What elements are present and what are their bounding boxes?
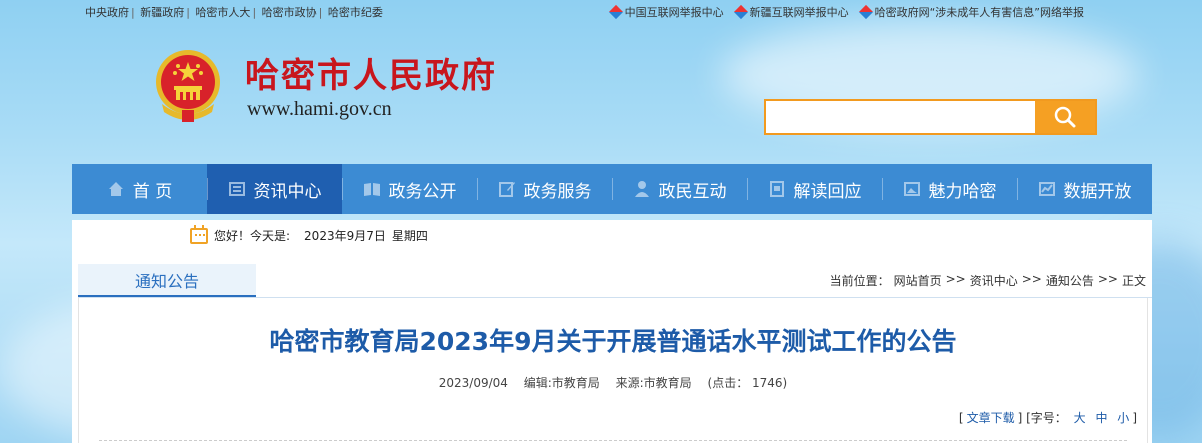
article-title: 哈密市教育局2023年9月关于开展普通话水平测试工作的公告 (269, 327, 957, 356)
nav-item-open-gov[interactable]: 政务公开 (342, 164, 477, 214)
user-icon (634, 181, 649, 197)
top-links: 中央政府 | 新疆政府 | 哈密市人大 | 哈密市政协 | 哈密市纪委 (85, 6, 383, 19)
calendar-icon (190, 224, 208, 244)
search-icon (1054, 106, 1076, 128)
article-editor: 编辑:市教育局 (523, 376, 600, 390)
breadcrumb: 当前位置： 网站首页 >> 资讯中心 >> 通知公告 >> 正文 (829, 272, 1146, 289)
nav-item-interaction[interactable]: 政民互动 (612, 164, 747, 214)
breadcrumb-news[interactable]: 资讯中心 (970, 272, 1018, 289)
search-input[interactable] (766, 101, 1035, 133)
nav-item-home[interactable]: 首 页 (72, 164, 207, 214)
top-link-xinjiang[interactable]: 新疆政府 (140, 6, 184, 19)
breadcrumb-current: 正文 (1121, 274, 1146, 288)
article-tools: [文章下载] [字号： 大 中 小] (958, 411, 1137, 425)
breadcrumb-notices[interactable]: 通知公告 (1046, 272, 1094, 289)
top-link-zhengxie[interactable]: 哈密市政协 (262, 6, 317, 19)
report-icon (608, 4, 623, 20)
article-date: 2023/09/04 (438, 376, 508, 390)
current-date: 2023年9月7日 (304, 229, 386, 243)
nav-item-interpretation[interactable]: 解读回应 (747, 164, 882, 214)
nav-item-news[interactable]: 资讯中心 (207, 164, 342, 214)
download-link[interactable]: 文章下载 (967, 411, 1015, 425)
top-link-central[interactable]: 中央政府 (85, 6, 129, 19)
greeting: 您好！今天是: (214, 229, 291, 243)
top-link-renda[interactable]: 哈密市人大 (195, 6, 250, 19)
font-size-medium[interactable]: 中 (1095, 411, 1107, 425)
article-divider (99, 440, 1127, 441)
top-link-jiwei[interactable]: 哈密市纪委 (328, 6, 383, 19)
book-icon (363, 183, 380, 196)
report-icon (733, 4, 748, 20)
date-bar: 您好！今天是: 2023年9月7日 星期四 (190, 224, 428, 244)
national-emblem-icon (156, 50, 220, 122)
news-icon (228, 182, 245, 196)
nav-item-data[interactable]: 数据开放 (1017, 164, 1152, 214)
report-links: 中国互联网举报中心 新疆互联网举报中心 哈密政府网“涉未成年人有害信息”网络举报 (608, 4, 1084, 20)
site-url: www.hami.gov.cn (247, 98, 392, 120)
search-button[interactable] (1035, 101, 1095, 133)
font-size-small[interactable]: 小 (1117, 411, 1129, 425)
search-box (764, 99, 1097, 135)
section-tab-notices[interactable]: 通知公告 (78, 264, 256, 298)
article: 哈密市教育局2023年9月关于开展普通话水平测试工作的公告 2023/09/04… (78, 298, 1148, 443)
site-title[interactable]: 哈密市人民政府 (245, 48, 497, 97)
report-link-minors[interactable]: 哈密政府网“涉未成年人有害信息”网络举报 (858, 4, 1084, 20)
report-icon (858, 4, 873, 20)
edit-icon (498, 182, 515, 197)
current-weekday: 星期四 (391, 229, 428, 243)
article-hits: (点击： 1746) (707, 376, 788, 390)
home-icon (108, 182, 123, 196)
breadcrumb-home[interactable]: 网站首页 (894, 272, 942, 289)
nav-item-service[interactable]: 政务服务 (477, 164, 612, 214)
article-source: 来源:市教育局 (615, 376, 692, 390)
main-nav: 首 页 资讯中心 政务公开 政务服务 政民互动 解读回应 魅力哈密 数据开放 (72, 164, 1152, 214)
landscape-icon (903, 182, 920, 196)
font-size-large[interactable]: 大 (1074, 411, 1086, 425)
report-link-xinjiang[interactable]: 新疆互联网举报中心 (733, 4, 849, 20)
document-icon (769, 181, 784, 197)
content-panel: 您好！今天是: 2023年9月7日 星期四 通知公告 当前位置： 网站首页 >>… (72, 220, 1152, 443)
chart-icon (1038, 182, 1055, 196)
report-link-china[interactable]: 中国互联网举报中心 (608, 4, 724, 20)
article-meta: 2023/09/04 编辑:市教育局 来源:市教育局 (点击： 1746) (79, 374, 1147, 391)
nav-item-charm[interactable]: 魅力哈密 (882, 164, 1017, 214)
